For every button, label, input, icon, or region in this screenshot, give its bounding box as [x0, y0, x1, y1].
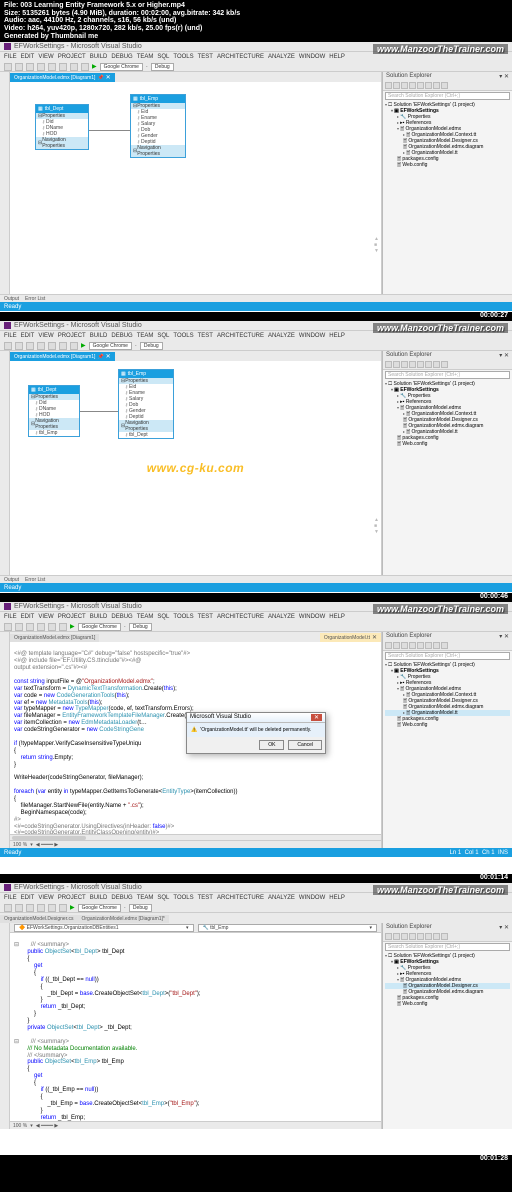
screenshot-4: www.ManzoorTheTrainer.com EFWorkSettings…: [0, 883, 512, 1155]
relation-line[interactable]: [80, 411, 118, 412]
pin-icon[interactable]: 📌: [97, 75, 103, 81]
cancel-button[interactable]: Cancel: [288, 740, 322, 750]
nav-fwd-icon[interactable]: [15, 63, 23, 71]
tree-web: 🗎 Web.config: [385, 162, 510, 168]
config-dropdown[interactable]: Debug: [151, 63, 174, 71]
left-strip: [0, 72, 10, 294]
dialog-close-icon[interactable]: ✕: [311, 714, 322, 721]
watermark: www.ManzoorTheTrainer.com: [373, 323, 508, 333]
menu-sql[interactable]: SQL: [157, 54, 169, 60]
new-icon[interactable]: [26, 63, 34, 71]
screenshot-2: www.ManzoorTheTrainer.com EFWorkSettings…: [0, 321, 512, 593]
edmx-designer[interactable]: ▦tbl_Dept ⊟ Properties Did DName HOD ⊟ N…: [10, 82, 381, 294]
panel-controls[interactable]: ▾ ✕: [499, 73, 509, 80]
center-watermark: www.cg-ku.com: [147, 461, 244, 475]
scrollbar-h[interactable]: [10, 834, 381, 840]
status-bar: Ready: [0, 302, 512, 311]
scroll-marker: ▲■▼: [374, 236, 379, 254]
menu-project[interactable]: PROJECT: [58, 54, 86, 60]
entity-tbl-dept[interactable]: ▦tbl_Dept ⊟ Properties Did DName HOD ⊟ N…: [35, 104, 89, 150]
tab-row: OrganizationModel.edmx [Diagram1]📌✕: [10, 72, 381, 82]
code-editor[interactable]: ⊟ /// <summary> public ObjectSet<tbl_Dep…: [10, 933, 381, 1121]
undo-icon[interactable]: [70, 63, 78, 71]
dialog-title: Microsoft Visual Studio: [190, 714, 251, 721]
audio-line: Audio: aac, 44100 Hz, 2 channels, s16, 5…: [4, 17, 508, 25]
confirm-dialog: Microsoft Visual Studio ✕ ⚠️'Organization…: [186, 712, 326, 754]
entity-header: ▦tbl_Dept: [36, 105, 88, 113]
entity-tbl-dept[interactable]: ▦tbl_Dept ⊟ Properties Did DName HOD ⊟ N…: [28, 385, 80, 437]
timestamp-4: 00:01:28: [0, 1155, 512, 1164]
bottom-tabs[interactable]: OutputError List: [0, 294, 512, 302]
class-dropdown[interactable]: 🔶 EFWorkSettings.OrganizationDBEntities1…: [14, 924, 194, 932]
tab-diagram[interactable]: OrganizationModel.edmx [Diagram1]📌✕: [10, 73, 115, 82]
ok-button[interactable]: OK: [259, 740, 284, 750]
edmx-designer[interactable]: ▦tbl_Dept ⊟ Properties Did DName HOD ⊟ N…: [10, 361, 381, 575]
vs-icon: [4, 43, 11, 50]
solution-tree[interactable]: 🞎 Solution 'EFWorkSettings' (1 project) …: [383, 101, 512, 169]
screenshot-3: www.ManzoorTheTrainer.com EFWorkSettings…: [0, 602, 512, 874]
file-info-block: File: 003 Learning Entity Framework 5.x …: [0, 0, 512, 42]
dialog-message: 'OrganizationModel.tt' will be deleted p…: [200, 727, 311, 733]
start-button[interactable]: ▶: [92, 63, 97, 70]
menu-analyze[interactable]: ANALYZE: [268, 54, 295, 60]
member-dropdown[interactable]: 🔧 tbl_Emp▾: [198, 924, 378, 932]
panel-title: Solution Explorer: [386, 73, 432, 80]
warning-icon: ⚠️: [191, 727, 197, 733]
solution-toolbar[interactable]: [383, 81, 512, 91]
file-line: File: 003 Learning Entity Framework 5.x …: [4, 2, 508, 10]
nav-back-icon[interactable]: [4, 63, 12, 71]
solution-explorer: Solution Explorer ▾ ✕ Search Solution Exp…: [382, 72, 512, 294]
menu-tools[interactable]: TOOLS: [173, 54, 193, 60]
redo-icon[interactable]: [81, 63, 89, 71]
timestamp-1: 00:00:27: [0, 312, 512, 321]
menu-debug[interactable]: DEBUG: [111, 54, 132, 60]
menu-team[interactable]: TEAM: [137, 54, 154, 60]
menu-window[interactable]: WINDOW: [299, 54, 325, 60]
generated-line: Generated by Thumbnail me: [4, 33, 508, 41]
toolbar[interactable]: ▶ Google Chrome · Debug: [0, 62, 512, 72]
entity-tbl-emp[interactable]: ▦tbl_Emp ⊟ Properties Eid Ename Salary D…: [130, 94, 186, 158]
timestamp-2: 00:00:46: [0, 593, 512, 602]
menu-build[interactable]: BUILD: [90, 54, 108, 60]
menu-help[interactable]: HELP: [329, 54, 345, 60]
timestamp-3: 00:01:14: [0, 874, 512, 883]
watermark: www.ManzoorTheTrainer.com: [373, 44, 508, 54]
open-icon[interactable]: [37, 63, 45, 71]
relation-line[interactable]: [89, 130, 130, 131]
nav-dropdowns[interactable]: 🔶 EFWorkSettings.OrganizationDBEntities1…: [10, 923, 381, 933]
menu-edit[interactable]: EDIT: [21, 54, 35, 60]
solution-search[interactable]: Search Solution Explorer (Ctrl+;): [385, 92, 510, 100]
close-icon[interactable]: ✕: [106, 74, 111, 81]
menu-file[interactable]: FILE: [4, 54, 17, 60]
entity-nav-hdr: ⊟ Navigation Properties: [36, 137, 88, 149]
saveall-icon[interactable]: [59, 63, 67, 71]
zoom-control[interactable]: 100 %▾◀ ━━━━ ▶: [10, 840, 381, 848]
save-icon[interactable]: [48, 63, 56, 71]
size-line: Size: 5135261 bytes (4.90 MiB), duration…: [4, 10, 508, 18]
video-line: Video: h264, yuv420p, 1280x720, 282 kb/s…: [4, 25, 508, 33]
menu-test[interactable]: TEST: [198, 54, 213, 60]
menu-arch[interactable]: ARCHITECTURE: [217, 54, 264, 60]
menu-view[interactable]: VIEW: [38, 54, 53, 60]
editor-pane: OrganizationModel.edmx [Diagram1]📌✕ ▦tbl…: [10, 72, 382, 294]
screenshot-1: www.ManzoorTheTrainer.com EFWorkSettings…: [0, 42, 512, 312]
browser-dropdown[interactable]: Google Chrome: [100, 63, 143, 71]
entity-tbl-emp[interactable]: ▦tbl_Emp ⊟ Properties Eid Ename Salary D…: [118, 369, 174, 439]
